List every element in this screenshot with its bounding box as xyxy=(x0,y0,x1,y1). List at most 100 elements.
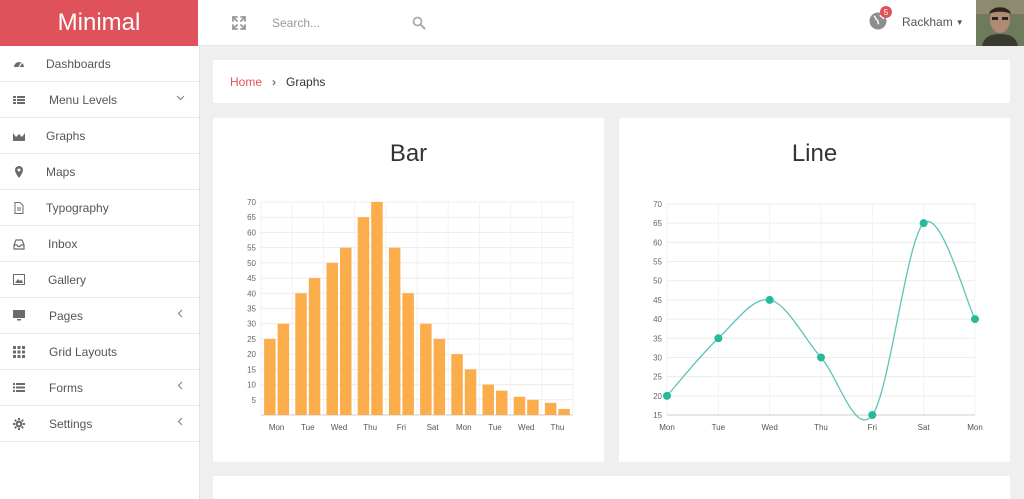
sidebar-item-grid-layouts[interactable]: Grid Layouts xyxy=(0,334,199,370)
x-tick-label: Mon xyxy=(967,423,983,432)
data-point xyxy=(714,334,723,343)
x-tick-label: Thu xyxy=(551,423,565,432)
line-chart: 15 20 25 30 35 40 45 50 55 60 65 70 Mon Tue Wed Thu Fri S… xyxy=(653,200,983,432)
x-tick-label: Mon xyxy=(659,423,675,432)
desktop-icon xyxy=(12,309,26,323)
y-tick-label: 30 xyxy=(653,353,662,362)
sidebar-item-forms[interactable]: Forms xyxy=(0,370,199,406)
x-tick-label: Wed xyxy=(762,423,778,432)
y-tick-label: 55 xyxy=(247,244,256,253)
y-tick-label: 20 xyxy=(653,392,662,401)
chevron-left-icon xyxy=(176,417,185,429)
x-tick-label: Mon xyxy=(269,423,285,432)
bar xyxy=(388,247,401,415)
y-tick-label: 25 xyxy=(247,335,256,344)
sidebar-item-gallery[interactable]: Gallery xyxy=(0,262,199,298)
caret-down-icon: ▼ xyxy=(955,17,964,27)
bar xyxy=(420,323,432,415)
bar xyxy=(433,338,446,415)
search-input[interactable] xyxy=(272,12,432,34)
x-tick-label: Sat xyxy=(918,423,931,432)
y-tick-label: 65 xyxy=(247,213,256,222)
data-point xyxy=(971,315,979,324)
sidebar-item-typography[interactable]: Typography xyxy=(0,190,199,226)
bar xyxy=(340,247,352,415)
line-chart-card: Line 15 20 25 30 35 40 45 50 55 60 65 70 Mon Tue Wed Th… xyxy=(619,118,1010,462)
sidebar-item-label: Typography xyxy=(46,200,109,215)
sidebar-item-label: Dashboards xyxy=(46,56,111,71)
chevron-left-icon xyxy=(176,381,185,393)
x-tick-label: Tue xyxy=(488,423,502,432)
x-tick-label: Sat xyxy=(427,423,440,432)
bar xyxy=(513,396,526,415)
user-name: Rackham xyxy=(902,15,953,29)
avatar[interactable] xyxy=(976,0,1024,46)
gear-icon xyxy=(12,417,26,431)
bar xyxy=(371,202,383,415)
x-tick-label: Thu xyxy=(363,423,377,432)
bar xyxy=(326,262,338,415)
bar xyxy=(527,399,539,415)
bar-chart: 5 10 15 20 25 30 35 40 45 50 55 60 65 70 Mon Tue Wed Thu F… xyxy=(247,198,574,432)
sidebar-item-menu-levels[interactable]: Menu Levels xyxy=(0,82,199,118)
bar xyxy=(451,354,463,415)
sidebar-item-maps[interactable]: Maps xyxy=(0,154,199,190)
x-tick-label: Mon xyxy=(456,423,472,432)
area-chart-icon xyxy=(12,129,26,143)
breadcrumb-home-link[interactable]: Home xyxy=(230,75,262,89)
sidebar: Dashboards Menu Levels Graphs Maps Typog… xyxy=(0,46,200,499)
sidebar-item-settings[interactable]: Settings xyxy=(0,406,199,442)
y-tick-label: 10 xyxy=(247,381,256,390)
y-tick-label: 15 xyxy=(247,365,256,374)
y-tick-label: 70 xyxy=(653,200,662,209)
data-point xyxy=(868,411,877,419)
sidebar-item-label: Forms xyxy=(49,380,83,395)
sidebar-item-dashboards[interactable]: Dashboards xyxy=(0,46,199,82)
x-tick-label: Fri xyxy=(868,423,878,432)
x-tick-label: Thu xyxy=(814,423,828,432)
sidebar-item-label: Settings xyxy=(49,416,93,431)
sidebar-item-label: Graphs xyxy=(46,128,86,143)
y-tick-label: 60 xyxy=(653,238,662,247)
content-card xyxy=(213,476,1010,499)
bar xyxy=(464,369,477,415)
fullscreen-icon[interactable] xyxy=(232,16,246,30)
y-tick-label: 15 xyxy=(653,411,662,420)
y-tick-label: 55 xyxy=(653,258,662,267)
sidebar-item-inbox[interactable]: Inbox xyxy=(0,226,199,262)
bar xyxy=(277,323,290,415)
y-tick-label: 50 xyxy=(653,277,662,286)
bar xyxy=(295,293,307,415)
breadcrumb: Home › Graphs xyxy=(213,60,1010,103)
x-tick-label: Tue xyxy=(301,423,315,432)
sidebar-item-graphs[interactable]: Graphs xyxy=(0,118,199,154)
brand-title: Minimal xyxy=(57,9,141,36)
breadcrumb-current: Graphs xyxy=(286,74,326,89)
bar xyxy=(357,217,370,415)
bar-chart-card: Bar 5 10 15 20 25 30 35 40 45 50 55 60 65 70 Mon Tue Wed… xyxy=(213,118,604,462)
bar xyxy=(544,402,557,415)
picture-icon xyxy=(12,273,26,287)
y-tick-label: 65 xyxy=(653,219,662,228)
map-marker-icon xyxy=(12,165,26,179)
search-icon[interactable] xyxy=(412,16,426,30)
y-tick-label: 40 xyxy=(653,315,662,324)
y-tick-label: 70 xyxy=(247,198,256,207)
user-menu[interactable]: Rackham ▼ xyxy=(902,15,964,29)
x-tick-label: Wed xyxy=(331,423,347,432)
x-tick-label: Wed xyxy=(518,423,534,432)
topbar: 5 Rackham ▼ xyxy=(198,0,976,46)
sidebar-item-label: Maps xyxy=(46,164,76,179)
chevron-left-icon xyxy=(176,309,185,321)
data-point xyxy=(765,295,774,304)
y-tick-label: 60 xyxy=(247,228,256,237)
y-tick-label: 35 xyxy=(653,334,662,343)
dashboard-icon xyxy=(12,57,26,71)
sidebar-item-pages[interactable]: Pages xyxy=(0,298,199,334)
sidebar-item-label: Inbox xyxy=(48,236,78,251)
bar xyxy=(482,384,494,415)
brand-logo[interactable]: Minimal xyxy=(0,0,198,46)
chevron-down-icon xyxy=(176,93,185,105)
y-tick-label: 45 xyxy=(247,274,256,283)
y-tick-label: 35 xyxy=(247,305,256,314)
